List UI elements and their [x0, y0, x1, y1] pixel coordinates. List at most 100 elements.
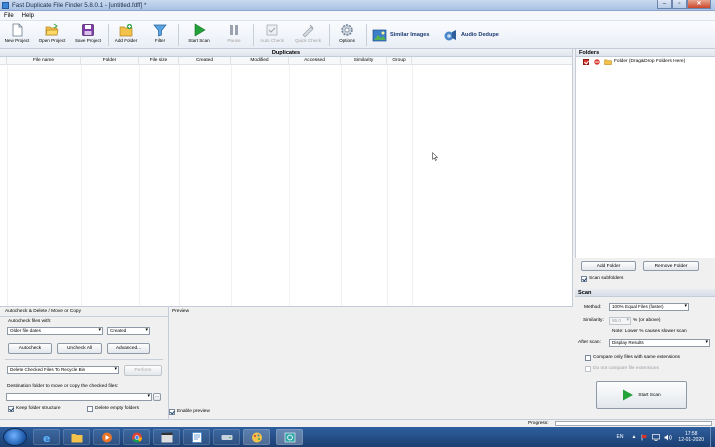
clock[interactable]: 17:58 12-01-2020	[678, 431, 704, 443]
column-similarity[interactable]: Similarity	[341, 57, 387, 65]
grid-divider	[7, 65, 8, 306]
open-project-button[interactable]: Open Project	[35, 22, 69, 48]
preview-panel: Preview Enable preview	[169, 307, 575, 419]
autocheck-criteria-select[interactable]: Older file dates	[7, 327, 103, 335]
image-picture-icon	[372, 29, 387, 42]
uncheck-all-button[interactable]: Uncheck All	[57, 343, 102, 354]
taskbar-fast-duplicate-finder[interactable]	[276, 429, 303, 445]
show-desktop-button[interactable]	[710, 427, 715, 447]
grid-divider	[179, 65, 180, 306]
toolbar-separator	[253, 24, 254, 46]
after-scan-select[interactable]: Display Results	[609, 339, 710, 347]
menu-help[interactable]: Help	[18, 11, 38, 20]
quick-check-button[interactable]: Quick Check	[292, 22, 324, 48]
add-folder-button[interactable]: Add Folder	[111, 22, 141, 48]
taskbar: e EN ▲ 17:58 12-01-2020	[0, 427, 715, 447]
advanced-button[interactable]: Advanced...	[107, 343, 150, 354]
autocheck-button[interactable]: Autocheck	[8, 343, 52, 354]
pause-button[interactable]: Pause	[220, 22, 248, 48]
gear-icon	[340, 23, 354, 37]
toolbar-separator	[329, 24, 330, 46]
scan-panel: Scan Method: 100% Equal Files (faster) S…	[575, 289, 715, 419]
video-clapper-icon	[161, 432, 173, 443]
filter-button[interactable]: Filter	[146, 22, 174, 48]
perform-button[interactable]: Perform	[124, 365, 162, 376]
minimize-button[interactable]: –	[657, 0, 672, 9]
method-select[interactable]: 100% Equal Files (faster)	[609, 303, 689, 311]
new-project-button[interactable]: New Project	[1, 22, 33, 48]
save-project-button[interactable]: Save Project	[71, 22, 105, 48]
keep-structure-checkbox[interactable]	[8, 406, 14, 412]
toolbar-separator	[366, 24, 367, 46]
browser-e-icon: e	[43, 432, 50, 443]
menu-bar: File Help	[0, 11, 715, 21]
media-player-icon	[102, 432, 112, 443]
destination-input[interactable]	[6, 393, 152, 401]
folder-drop-hint: Folder (Drag&Drop Folders Here)	[614, 59, 686, 64]
volume-icon[interactable]	[664, 434, 673, 441]
network-icon[interactable]	[652, 433, 661, 441]
options-button[interactable]: Options	[334, 22, 360, 48]
progress-label: Progress:	[528, 421, 549, 426]
taskbar-chrome[interactable]	[123, 429, 150, 445]
scan-title: Scan	[575, 289, 715, 297]
tray-expand-icon[interactable]: ▲	[631, 434, 636, 440]
compare-same-ext-checkbox[interactable]	[585, 355, 591, 361]
window-title: Fast Duplicate File Finder 5.8.0.1 - [un…	[12, 2, 147, 9]
play-icon	[192, 23, 206, 37]
column-checkbox[interactable]	[0, 57, 7, 65]
start-scan-button[interactable]: Start Scan	[596, 381, 687, 409]
play-icon	[623, 389, 634, 401]
language-indicator[interactable]: EN	[617, 434, 624, 440]
taskbar-video[interactable]	[153, 429, 180, 445]
not-compare-ext-checkbox[interactable]	[585, 366, 591, 372]
scan-subfolders-checkbox[interactable]	[581, 276, 587, 282]
start-button[interactable]	[3, 428, 27, 446]
menu-file[interactable]: File	[0, 11, 18, 20]
folder-icon	[604, 59, 612, 65]
date-type-select[interactable]: Created	[107, 327, 150, 335]
folder-list-item[interactable]: Folder (Drag&Drop Folders Here)	[576, 57, 715, 66]
start-scan-toolbar-button[interactable]: Start Scan	[183, 22, 215, 48]
mouse-cursor-icon	[432, 152, 438, 161]
close-button[interactable]: ✕	[687, 0, 711, 9]
column-modified[interactable]: Modified	[231, 57, 289, 65]
column-folder[interactable]: Folder	[81, 57, 139, 65]
action-center-flag-icon[interactable]	[641, 434, 648, 441]
taskbar-notes[interactable]	[183, 429, 210, 445]
similar-images-button[interactable]: Similar Images	[372, 27, 430, 43]
similarity-suffix: % (or above)	[633, 318, 661, 323]
column-accessed[interactable]: Accessed	[289, 57, 341, 65]
column-group[interactable]: Group	[387, 57, 412, 65]
taskbar-ie[interactable]: e	[33, 429, 60, 445]
scan-subfolders-label: Scan subfolders	[589, 276, 624, 281]
taskbar-paint[interactable]	[243, 429, 270, 445]
maximize-button[interactable]: ▫	[672, 0, 687, 9]
pause-icon	[227, 23, 241, 37]
add-folder-panel-button[interactable]: Add Folder	[581, 261, 636, 271]
compare-same-ext-label: Compare only files with same extensions	[593, 355, 680, 360]
enable-preview-checkbox[interactable]	[169, 409, 175, 415]
svg-text:e: e	[43, 432, 50, 443]
delete-empty-checkbox[interactable]	[87, 406, 93, 412]
progress-bar	[555, 421, 712, 426]
similarity-input[interactable]: 95.0	[609, 317, 631, 325]
column-file-size[interactable]: File size	[139, 57, 179, 65]
taskbar-media[interactable]	[93, 429, 120, 445]
similarity-label: Similarity:	[583, 318, 604, 323]
taskbar-explorer[interactable]	[63, 429, 90, 445]
folder-include-checkbox[interactable]	[583, 58, 589, 65]
auto-check-button[interactable]: Auto Check	[257, 22, 287, 48]
column-file-name[interactable]: File name	[7, 57, 81, 65]
taskbar-drive[interactable]	[213, 429, 240, 445]
remove-folder-button[interactable]: Remove Folder	[643, 261, 699, 271]
grid-divider	[289, 65, 290, 306]
browse-button[interactable]: ...	[153, 393, 161, 401]
toolbar-separator	[108, 24, 109, 46]
save-disk-icon	[81, 23, 95, 37]
action-select[interactable]: Delete Checked Files To Recycle Bin	[7, 366, 119, 374]
audio-dedupe-button[interactable]: Audio Dedupe	[443, 27, 499, 43]
column-created[interactable]: Created	[179, 57, 231, 65]
drive-icon	[221, 435, 233, 440]
exclude-icon[interactable]	[594, 58, 600, 65]
